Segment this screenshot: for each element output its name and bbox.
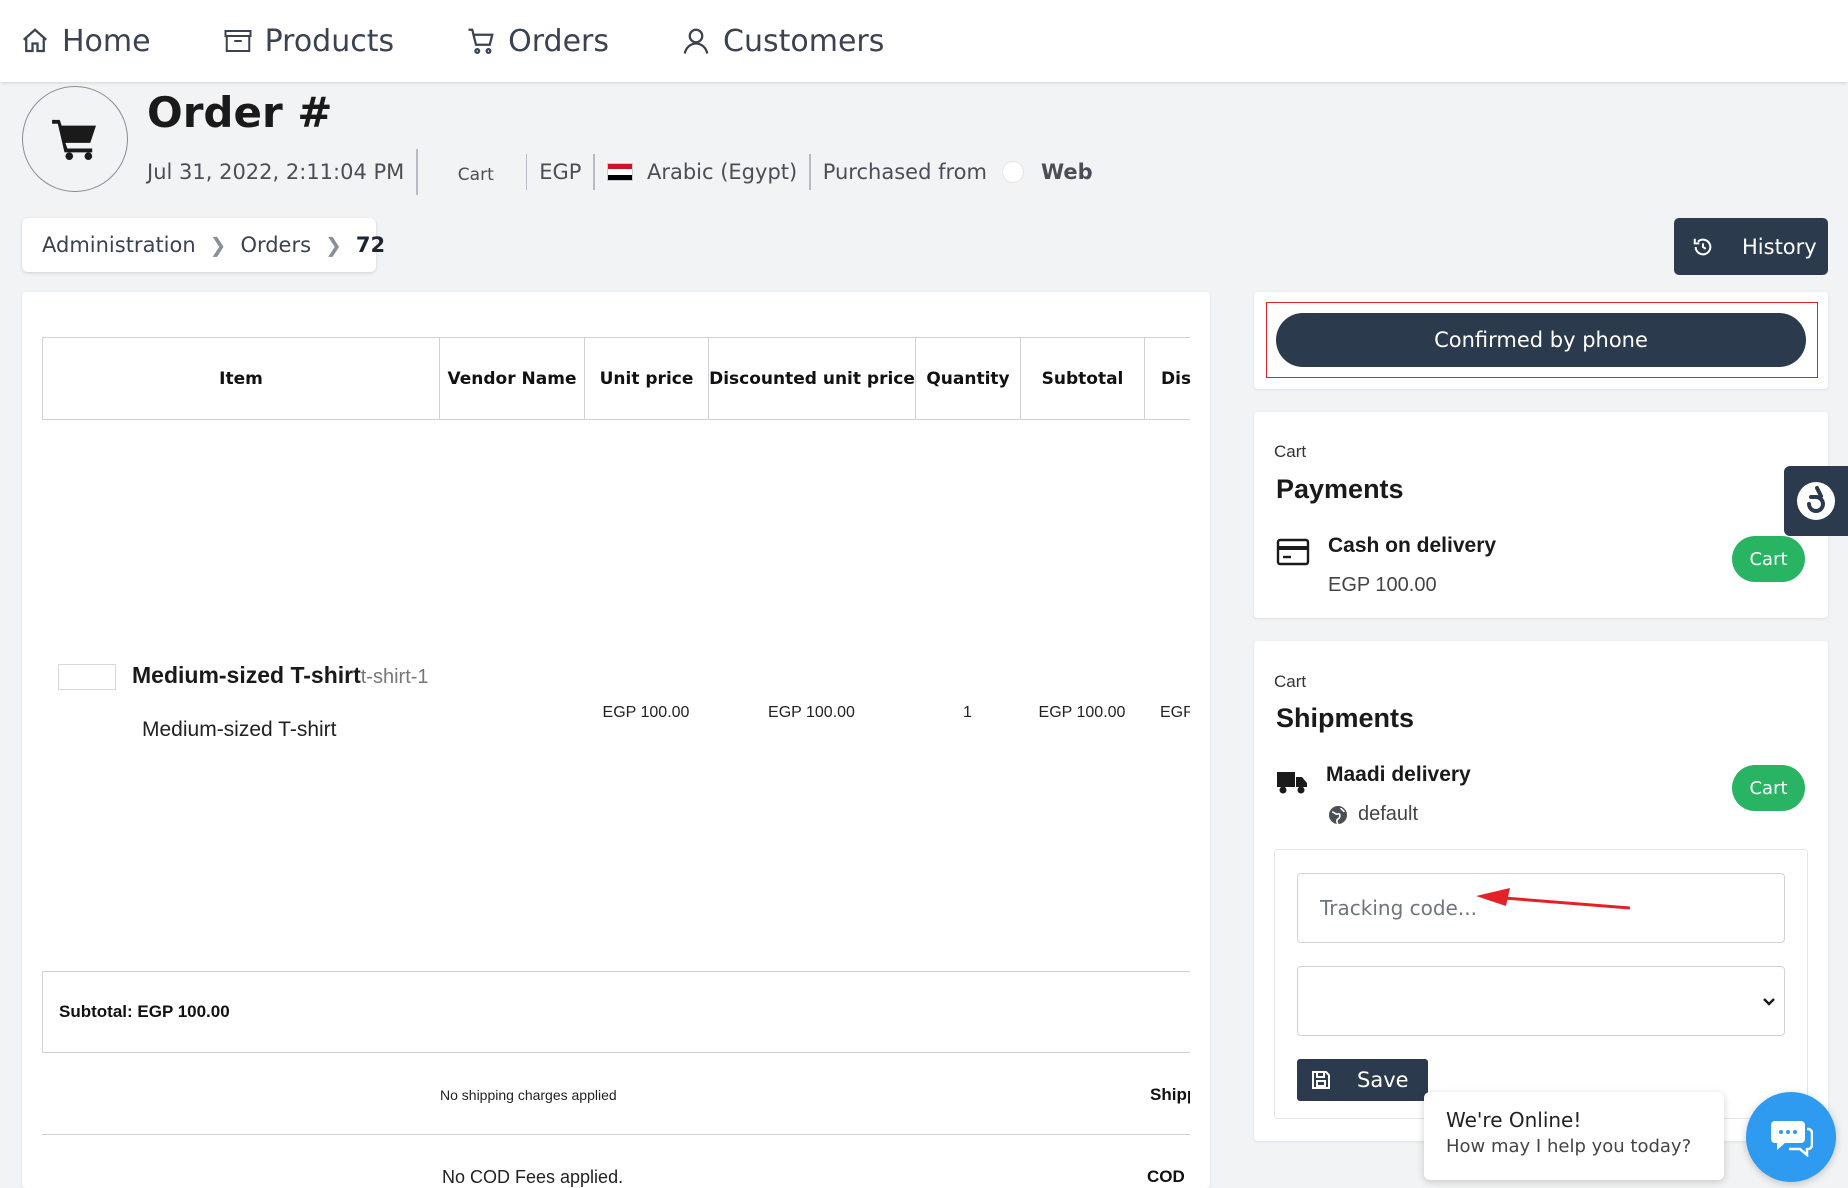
table-header: Item Vendor Name Unit price Discounted u…: [42, 337, 1190, 420]
product-description: Medium-sized T-shirt: [142, 718, 337, 741]
order-avatar: [22, 86, 128, 192]
chevron-right-icon: ❯: [325, 233, 342, 257]
product-sku: t-shirt-1: [360, 666, 429, 688]
user-icon: [683, 28, 709, 54]
order-channel: Web: [1040, 160, 1093, 184]
breadcrumb: Administration ❯ Orders ❯ 72: [22, 218, 385, 272]
table-row: Medium-sized T-shirtt-shirt-1 Medium-siz…: [42, 420, 1190, 970]
shipment-status-badge: Cart: [1732, 765, 1805, 811]
breadcrumb-administration[interactable]: Administration: [42, 233, 196, 257]
column-header-discounted-price: Discounted unit price: [709, 338, 916, 419]
shipment-method: Maadi delivery: [1326, 763, 1471, 786]
column-header-discount: Discount: [1145, 338, 1190, 419]
column-header-unit-price: Unit price: [585, 338, 709, 419]
column-header-item: Item: [43, 338, 440, 419]
confirmed-by-phone-button[interactable]: Confirmed by phone: [1276, 313, 1806, 367]
chevron-down-icon: [1763, 998, 1775, 1006]
shipping-note: No shipping charges applied: [440, 1087, 617, 1103]
product-name[interactable]: Medium-sized T-shirtt-shirt-1: [132, 662, 429, 689]
order-meta: Jul 31, 2022, 2:11:04 PM Cart EGP Arabic…: [147, 149, 1093, 195]
order-items-card: Item Vendor Name Unit price Discounted u…: [22, 292, 1210, 1188]
carrier-select[interactable]: [1297, 966, 1785, 1036]
column-header-quantity: Quantity: [916, 338, 1021, 419]
chat-greeting[interactable]: We're Online! How may I help you today?: [1424, 1092, 1724, 1180]
subtotal-text: Subtotal: EGP 100.00: [59, 1002, 230, 1021]
breadcrumb-orders[interactable]: Orders: [240, 233, 311, 257]
product-thumbnail: [58, 664, 116, 690]
payments-stage: Cart: [1274, 442, 1307, 461]
cod-note: No COD Fees applied.: [442, 1167, 624, 1187]
cell-quantity: 1: [963, 704, 972, 721]
cod-label: COD: [1147, 1167, 1185, 1186]
order-date: Jul 31, 2022, 2:11:04 PM: [147, 160, 405, 184]
shipments-stage: Cart: [1274, 672, 1307, 691]
cell-subtotal: EGP 100.00: [1038, 704, 1126, 721]
payment-status-badge: Cart: [1732, 536, 1805, 582]
save-button[interactable]: Save: [1297, 1059, 1428, 1101]
payment-method: Cash on delivery: [1328, 534, 1497, 557]
status-highlight: Confirmed by phone: [1266, 302, 1818, 378]
page-title: Order #: [147, 88, 333, 137]
column-header-subtotal: Subtotal: [1021, 338, 1145, 419]
payments-card: Cart Payments Cash on delivery EGP 100.0…: [1254, 412, 1828, 618]
egypt-flag-icon: [606, 163, 633, 181]
nav-label-customers: Customers: [723, 23, 885, 59]
payment-amount: EGP 100.00: [1328, 574, 1437, 596]
annotation-arrow-icon: [1476, 888, 1630, 910]
cart-icon: [468, 28, 494, 54]
shipments-title: Shipments: [1276, 703, 1415, 733]
shipping-label: Shipping: [1150, 1085, 1190, 1104]
purchased-from-label: Purchased from: [822, 160, 987, 184]
cell-discount: EGP: [1160, 704, 1190, 721]
nav-label-products: Products: [264, 23, 395, 59]
truck-icon: [1277, 772, 1307, 794]
shopping-cart-icon: [52, 119, 96, 160]
side-widget-tab[interactable]: [1784, 466, 1848, 536]
nav-item-customers[interactable]: Customers: [681, 24, 884, 59]
order-locale: Arabic (Egypt): [646, 160, 798, 184]
chat-subtitle: How may I help you today?: [1446, 1136, 1692, 1157]
nav-item-home[interactable]: Home: [20, 24, 151, 59]
divider: [416, 149, 418, 195]
credit-card-icon: [1276, 538, 1310, 566]
order-items-table: Item Vendor Name Unit price Discounted u…: [42, 337, 1190, 1188]
cell-discounted-price: EGP 100.00: [768, 704, 855, 721]
top-nav: Home Products Orders Customers: [0, 0, 1848, 82]
breadcrumb-current: 72: [355, 233, 386, 257]
support-widget-icon: [1797, 482, 1835, 520]
order-currency: EGP: [539, 160, 582, 184]
channel-dot-icon: [1002, 162, 1023, 182]
divider: [809, 154, 811, 190]
save-label: Save: [1357, 1068, 1409, 1092]
cod-row: No COD Fees applied. COD: [42, 1135, 1190, 1188]
chat-title: We're Online!: [1446, 1108, 1582, 1132]
nav-label-home: Home: [62, 23, 151, 59]
chat-launcher-button[interactable]: [1746, 1092, 1836, 1182]
chat-bubbles-icon: [1771, 1121, 1813, 1157]
payments-title: Payments: [1276, 474, 1404, 504]
history-icon: [1693, 238, 1712, 255]
product-name-text: Medium-sized T-shirt: [132, 662, 361, 688]
nav-item-products[interactable]: Products: [223, 23, 395, 59]
status-card: Confirmed by phone: [1254, 292, 1828, 389]
nav-item-orders[interactable]: Orders: [466, 24, 609, 59]
divider: [593, 154, 595, 190]
floppy-disk-icon: [1312, 1071, 1330, 1089]
divider: [525, 154, 528, 190]
shipment-zone: default: [1358, 803, 1419, 825]
cell-unit-price: EGP 100.00: [602, 704, 690, 721]
globe-icon: [1329, 806, 1347, 825]
home-icon: [23, 28, 47, 53]
history-label: History: [1742, 234, 1817, 259]
order-stage: Cart: [457, 165, 494, 185]
column-header-vendor: Vendor Name: [440, 338, 585, 419]
shipping-row: No shipping charges applied Shipping: [42, 1053, 1190, 1135]
chevron-right-icon: ❯: [209, 233, 227, 257]
history-button[interactable]: History: [1674, 218, 1828, 275]
box-icon: [224, 30, 252, 52]
subtotal-row: Subtotal: EGP 100.00: [42, 971, 1190, 1053]
nav-label-orders: Orders: [508, 23, 610, 59]
